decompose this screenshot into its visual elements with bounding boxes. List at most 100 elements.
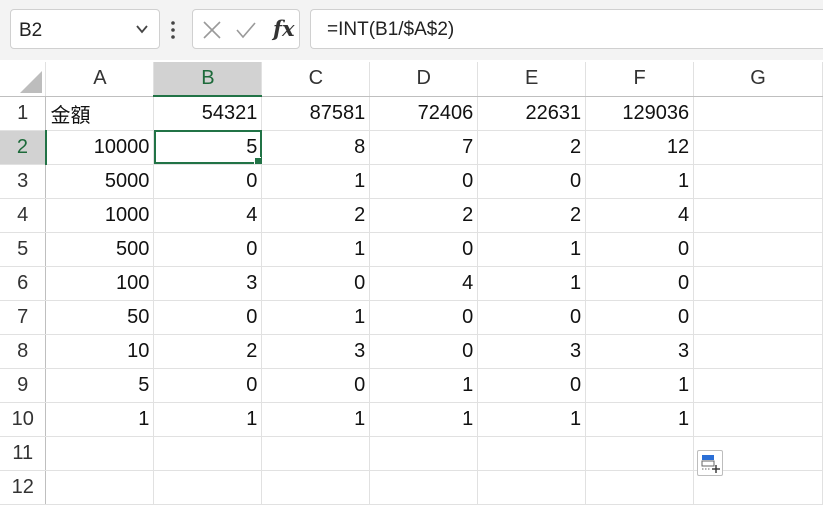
cell-e12[interactable] xyxy=(477,470,587,505)
cell-c9[interactable]: 0 xyxy=(261,368,371,403)
chevron-down-icon[interactable] xyxy=(135,22,149,36)
cell-b8[interactable]: 2 xyxy=(153,334,263,369)
cell-f7[interactable]: 0 xyxy=(585,300,695,335)
cell-c1[interactable]: 87581 xyxy=(261,96,371,131)
row-header-8[interactable]: 8 xyxy=(0,334,47,369)
cell-g10[interactable] xyxy=(693,402,823,437)
cell-f10[interactable]: 1 xyxy=(585,402,695,437)
cell-a9[interactable]: 5 xyxy=(45,368,155,403)
cell-a6[interactable]: 100 xyxy=(45,266,155,301)
cell-f12[interactable] xyxy=(585,470,695,505)
column-header-g[interactable]: G xyxy=(693,62,823,97)
cell-f1[interactable]: 129036 xyxy=(585,96,695,131)
cell-d1[interactable]: 72406 xyxy=(369,96,479,131)
cell-c12[interactable] xyxy=(261,470,371,505)
cell-g7[interactable] xyxy=(693,300,823,335)
cell-e11[interactable] xyxy=(477,436,587,471)
row-header-11[interactable]: 11 xyxy=(0,436,47,471)
cell-e9[interactable]: 0 xyxy=(477,368,587,403)
cell-c2[interactable]: 8 xyxy=(261,130,371,165)
cell-d3[interactable]: 0 xyxy=(369,164,479,199)
cell-e2[interactable]: 2 xyxy=(477,130,587,165)
cell-f2[interactable]: 12 xyxy=(585,130,695,165)
cell-g3[interactable] xyxy=(693,164,823,199)
cell-e4[interactable]: 2 xyxy=(477,198,587,233)
fill-handle[interactable] xyxy=(254,156,261,163)
cell-c3[interactable]: 1 xyxy=(261,164,371,199)
cell-g8[interactable] xyxy=(693,334,823,369)
cell-a11[interactable] xyxy=(45,436,155,471)
cell-c10[interactable]: 1 xyxy=(261,402,371,437)
autofill-options-button[interactable] xyxy=(697,450,723,476)
column-header-e[interactable]: E xyxy=(477,62,587,97)
row-header-5[interactable]: 5 xyxy=(0,232,47,267)
name-box[interactable]: B2 xyxy=(10,9,160,49)
check-icon[interactable] xyxy=(235,19,257,41)
cell-b11[interactable] xyxy=(153,436,263,471)
cell-b2[interactable]: 5 xyxy=(153,130,263,165)
cell-e5[interactable]: 1 xyxy=(477,232,587,267)
cell-a4[interactable]: 1000 xyxy=(45,198,155,233)
x-icon[interactable] xyxy=(201,19,223,41)
cell-g1[interactable] xyxy=(693,96,823,131)
cell-d8[interactable]: 0 xyxy=(369,334,479,369)
cell-a5[interactable]: 500 xyxy=(45,232,155,267)
cell-d2[interactable]: 7 xyxy=(369,130,479,165)
cell-d7[interactable]: 0 xyxy=(369,300,479,335)
cell-b4[interactable]: 4 xyxy=(153,198,263,233)
cell-e8[interactable]: 3 xyxy=(477,334,587,369)
cell-b10[interactable]: 1 xyxy=(153,402,263,437)
cell-f9[interactable]: 1 xyxy=(585,368,695,403)
column-header-b[interactable]: B xyxy=(153,62,263,97)
cell-d11[interactable] xyxy=(369,436,479,471)
select-all-corner[interactable] xyxy=(0,62,47,97)
cell-g6[interactable] xyxy=(693,266,823,301)
insert-function-button[interactable]: fx xyxy=(273,16,295,41)
row-header-1[interactable]: 1 xyxy=(0,96,47,131)
cell-f3[interactable]: 1 xyxy=(585,164,695,199)
cell-b1[interactable]: 54321 xyxy=(153,96,263,131)
cell-b3[interactable]: 0 xyxy=(153,164,263,199)
cell-d9[interactable]: 1 xyxy=(369,368,479,403)
row-header-12[interactable]: 12 xyxy=(0,470,47,505)
column-header-f[interactable]: F xyxy=(585,62,695,97)
cell-b9[interactable]: 0 xyxy=(153,368,263,403)
cell-a2[interactable]: 10000 xyxy=(45,130,155,165)
column-header-c[interactable]: C xyxy=(261,62,371,97)
cell-b6[interactable]: 3 xyxy=(153,266,263,301)
cell-c8[interactable]: 3 xyxy=(261,334,371,369)
cell-e1[interactable]: 22631 xyxy=(477,96,587,131)
cell-e3[interactable]: 0 xyxy=(477,164,587,199)
cell-d12[interactable] xyxy=(369,470,479,505)
row-header-9[interactable]: 9 xyxy=(0,368,47,403)
cell-f4[interactable]: 4 xyxy=(585,198,695,233)
formula-input[interactable]: =INT(B1/$A$2) xyxy=(310,9,823,49)
cell-e7[interactable]: 0 xyxy=(477,300,587,335)
cell-f5[interactable]: 0 xyxy=(585,232,695,267)
row-header-2[interactable]: 2 xyxy=(0,130,47,165)
cell-g9[interactable] xyxy=(693,368,823,403)
cell-a7[interactable]: 50 xyxy=(45,300,155,335)
cell-d4[interactable]: 2 xyxy=(369,198,479,233)
cell-e10[interactable]: 1 xyxy=(477,402,587,437)
row-header-6[interactable]: 6 xyxy=(0,266,47,301)
cell-b7[interactable]: 0 xyxy=(153,300,263,335)
cell-d10[interactable]: 1 xyxy=(369,402,479,437)
cell-b5[interactable]: 0 xyxy=(153,232,263,267)
row-header-7[interactable]: 7 xyxy=(0,300,47,335)
cell-f6[interactable]: 0 xyxy=(585,266,695,301)
cell-c5[interactable]: 1 xyxy=(261,232,371,267)
cell-g5[interactable] xyxy=(693,232,823,267)
column-header-a[interactable]: A xyxy=(45,62,155,97)
cell-a1[interactable]: 金額 xyxy=(45,96,155,131)
cell-a12[interactable] xyxy=(45,470,155,505)
cell-e6[interactable]: 1 xyxy=(477,266,587,301)
column-header-d[interactable]: D xyxy=(369,62,479,97)
cell-g2[interactable] xyxy=(693,130,823,165)
cell-c4[interactable]: 2 xyxy=(261,198,371,233)
cell-c6[interactable]: 0 xyxy=(261,266,371,301)
cell-f8[interactable]: 3 xyxy=(585,334,695,369)
cell-b12[interactable] xyxy=(153,470,263,505)
cell-g4[interactable] xyxy=(693,198,823,233)
cell-c7[interactable]: 1 xyxy=(261,300,371,335)
